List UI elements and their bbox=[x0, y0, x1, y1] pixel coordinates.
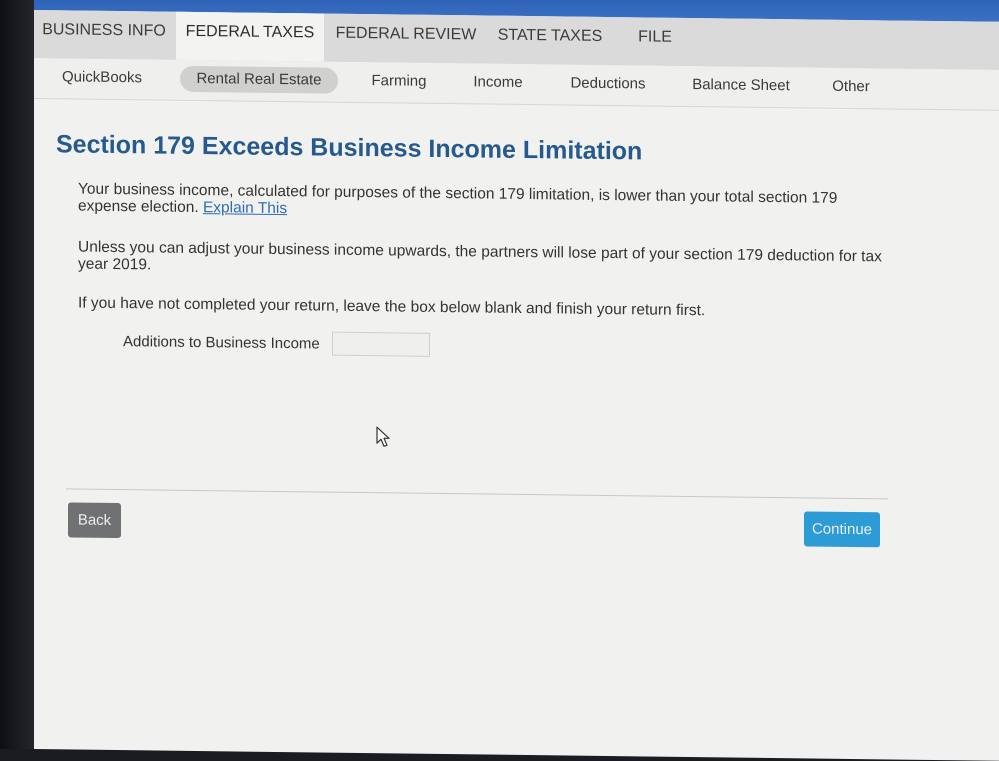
subtab-balance-sheet[interactable]: Balance Sheet bbox=[682, 72, 800, 99]
mouse-pointer-icon bbox=[376, 426, 390, 447]
paragraph-income-limitation: Your business income, calculated for pur… bbox=[78, 181, 898, 225]
tab-business-info[interactable]: BUSINESS INFO bbox=[34, 10, 174, 60]
subtab-quickbooks[interactable]: QuickBooks bbox=[48, 64, 156, 91]
subtab-other[interactable]: Other bbox=[820, 74, 882, 101]
paragraph-partners-loss: Unless you can adjust your business inco… bbox=[78, 238, 882, 274]
subtab-rental-real-estate[interactable]: Rental Real Estate bbox=[180, 65, 338, 94]
additions-to-business-income-label: Additions to Business Income bbox=[123, 333, 320, 353]
explain-this-link[interactable]: Explain This bbox=[203, 199, 287, 217]
subtab-income[interactable]: Income bbox=[460, 69, 536, 96]
monitor-bezel bbox=[0, 0, 34, 749]
tab-federal-taxes[interactable]: FEDERAL TAXES bbox=[176, 11, 324, 62]
footer-divider bbox=[66, 488, 888, 500]
back-button[interactable]: Back bbox=[68, 502, 121, 539]
page-title: Section 179 Exceeds Business Income Limi… bbox=[56, 130, 643, 166]
main-content: Section 179 Exceeds Business Income Limi… bbox=[34, 100, 999, 761]
tab-state-taxes[interactable]: STATE TAXES bbox=[486, 16, 614, 66]
paragraph1-text: Your business income, calculated for pur… bbox=[78, 180, 838, 217]
app-window: BUSINESS INFO FEDERAL TAXES FEDERAL REVI… bbox=[34, 10, 999, 761]
paragraph-instructions: If you have not completed your return, l… bbox=[78, 294, 706, 320]
tab-file[interactable]: FILE bbox=[618, 17, 692, 66]
subtab-farming[interactable]: Farming bbox=[354, 68, 444, 95]
additions-to-business-income-input[interactable] bbox=[332, 331, 430, 357]
continue-button[interactable]: Continue bbox=[804, 511, 880, 548]
tab-federal-review[interactable]: FEDERAL REVIEW bbox=[328, 14, 484, 64]
subtab-deductions[interactable]: Deductions bbox=[558, 70, 658, 97]
